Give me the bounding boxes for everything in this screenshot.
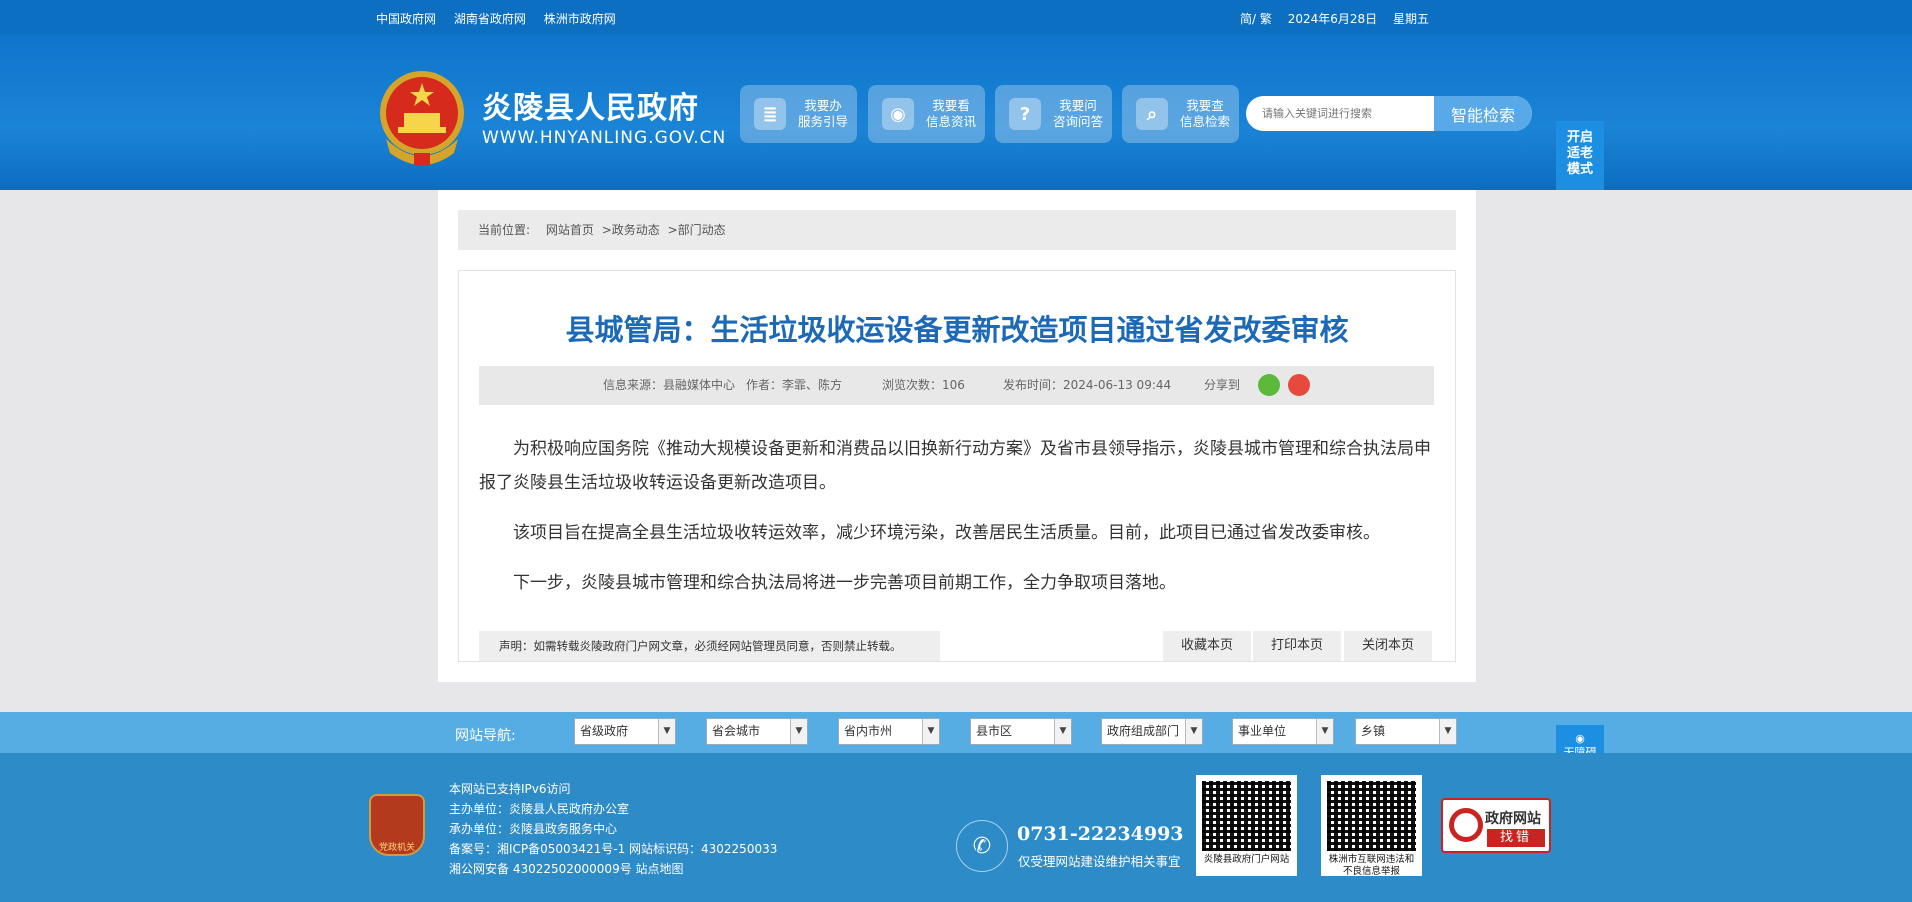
article-paragraph: 该项目旨在提高全县生活垃圾收转运效率，减少环境污染，改善居民生活质量。目前，此项…	[513, 523, 1380, 543]
breadcrumb-prefix: 当前位置:	[478, 223, 531, 237]
link-central-gov[interactable]: 中国政府网	[376, 12, 436, 26]
meta-share-label: 分享到	[1204, 378, 1241, 392]
site-title[interactable]: 炎陵县人民政府	[482, 83, 699, 127]
document-icon: ≣	[754, 98, 786, 130]
search-icon: ⌕	[1136, 98, 1168, 130]
chevron-down-icon: ▼	[1054, 719, 1071, 744]
chevron-down-icon: ▼	[1439, 719, 1456, 744]
select-counties[interactable]: 县市区 ▼	[970, 718, 1072, 745]
link-hunan-gov[interactable]: 湖南省政府网	[454, 12, 526, 26]
footer-ipv6: 本网站已支持IPv6访问	[449, 782, 571, 796]
site-nav-bar: 网站导航:	[0, 712, 1912, 753]
qr-code-icon	[1202, 781, 1291, 851]
breadcrumb: 当前位置: 网站首页 >政务动态 >部门动态	[458, 210, 1456, 250]
footer-sponsor: 主办单位：炎陵县人民政府办公室	[449, 802, 630, 816]
select-capital-cities[interactable]: 省会城市 ▼	[706, 718, 808, 745]
article-title: 县城管局：生活垃圾收运设备更新改造项目通过省发改委审核	[565, 313, 1349, 347]
top-right: 简/ 繁 2024年6月28日 星期五	[1240, 10, 1441, 27]
wechat-share-icon[interactable]	[1258, 374, 1280, 396]
top-bar: 中国政府网 湖南省政府网 株洲市政府网 简/ 繁 2024年6月28日 星期五	[0, 0, 1912, 35]
weibo-share-icon[interactable]	[1288, 374, 1310, 396]
quick-link-service[interactable]: ≣ 我要办 服务引导	[740, 85, 857, 143]
gov-site-error-report[interactable]: 政府网站 找错	[1441, 798, 1551, 853]
current-date: 2024年6月28日	[1287, 12, 1378, 26]
select-gov-departments[interactable]: 政府组成部门 ▼	[1101, 718, 1203, 745]
footer-info: 本网站已支持IPv6访问 主办单位：炎陵县人民政府办公室 承办单位：炎陵县政务服…	[449, 779, 777, 879]
select-public-institutions[interactable]: 事业单位 ▼	[1232, 718, 1334, 745]
article-paragraph: 下一步，炎陵县城市管理和综合执法局将进一步完善项目前期工作，全力争取项目落地。	[513, 573, 1176, 593]
chevron-down-icon: ▼	[922, 719, 939, 744]
link-zhuzhou-gov[interactable]: 株洲市政府网	[544, 12, 616, 26]
chevron-down-icon: ▼	[1316, 719, 1333, 744]
site-footer	[0, 753, 1912, 902]
search-input[interactable]	[1246, 96, 1434, 131]
meta-views: 浏览次数：106	[882, 378, 965, 392]
close-page-button[interactable]: 关闭本页	[1344, 631, 1432, 661]
contact-phone-desc: 仅受理网站建设维护相关事宜	[1018, 854, 1181, 869]
select-townships[interactable]: 乡镇 ▼	[1355, 718, 1457, 745]
article-paragraph: 为积极响应国务院《推动大规模设备更新和消费品以旧换新行动方案》及省市县领导指示，…	[479, 439, 1431, 493]
reprint-notice: 声明：如需转载炎陵政府门户网文章，必须经网站管理员同意，否则禁止转载。	[479, 631, 940, 661]
breadcrumb-home[interactable]: 网站首页	[546, 223, 594, 237]
site-nav-label: 网站导航:	[455, 728, 516, 744]
bookmark-page-button[interactable]: 收藏本页	[1163, 631, 1251, 661]
print-page-button[interactable]: 打印本页	[1253, 631, 1341, 661]
select-provincial-gov[interactable]: 省级政府 ▼	[574, 718, 676, 745]
quick-link-ask[interactable]: ? 我要问 咨询问答	[995, 85, 1112, 143]
lang-switch[interactable]: 简/ 繁	[1240, 12, 1272, 26]
article-body: 为积极响应国务院《推动大规模设备更新和消费品以旧换新行动方案》及省市县领导指示，…	[479, 432, 1434, 616]
footer-police-record[interactable]: 湘公网安备 43022502000009号 站点地图	[449, 859, 777, 879]
quick-link-info[interactable]: ◉ 我要看 信息资讯	[868, 85, 985, 143]
search-box: 智能检索	[1246, 96, 1532, 131]
party-gov-badge[interactable]: 党政机关	[369, 794, 425, 856]
contact-phone: 0731-22234993	[1017, 823, 1184, 845]
breadcrumb-news[interactable]: >政务动态	[602, 223, 660, 237]
smart-search-button[interactable]: 智能检索	[1434, 96, 1532, 131]
meta-source: 信息来源：县融媒体中心	[603, 378, 736, 392]
question-icon: ?	[1009, 98, 1041, 130]
chevron-down-icon: ▼	[1185, 719, 1202, 744]
qr-code-report: 株洲市互联网违法和不良信息举报	[1321, 775, 1422, 877]
site-url: WWW.HNYANLING.GOV.CN	[482, 128, 727, 148]
phone-icon: ✆	[956, 820, 1008, 872]
magnifier-icon	[1449, 808, 1483, 842]
quick-link-search[interactable]: ⌕ 我要查 信息检索	[1122, 85, 1239, 143]
elder-mode-button[interactable]: 开启 适老 模式	[1556, 121, 1604, 190]
gov-links: 中国政府网 湖南省政府网 株洲市政府网	[376, 10, 630, 27]
chevron-down-icon: ▼	[658, 719, 675, 744]
meta-published: 发布时间：2024-06-13 09:44	[1003, 378, 1172, 392]
meta-author: 作者：李霏、陈方	[746, 378, 843, 392]
qr-code-portal: 炎陵县政府门户网站	[1196, 775, 1297, 876]
qr-code-icon	[1327, 781, 1416, 851]
select-prefectures[interactable]: 省内市州 ▼	[838, 718, 940, 745]
current-weekday: 星期五	[1392, 12, 1429, 26]
eye-icon: ◉	[882, 98, 914, 130]
footer-organizer: 承办单位：炎陵县政务服务中心	[449, 822, 618, 836]
footer-icp[interactable]: 备案号：湘ICP备05003421号-1 网站标识码：4302250033	[449, 839, 777, 859]
breadcrumb-dept[interactable]: >部门动态	[668, 223, 726, 237]
eye-icon: ◉	[1575, 732, 1585, 745]
chevron-down-icon: ▼	[790, 719, 807, 744]
national-emblem-icon	[380, 71, 464, 165]
